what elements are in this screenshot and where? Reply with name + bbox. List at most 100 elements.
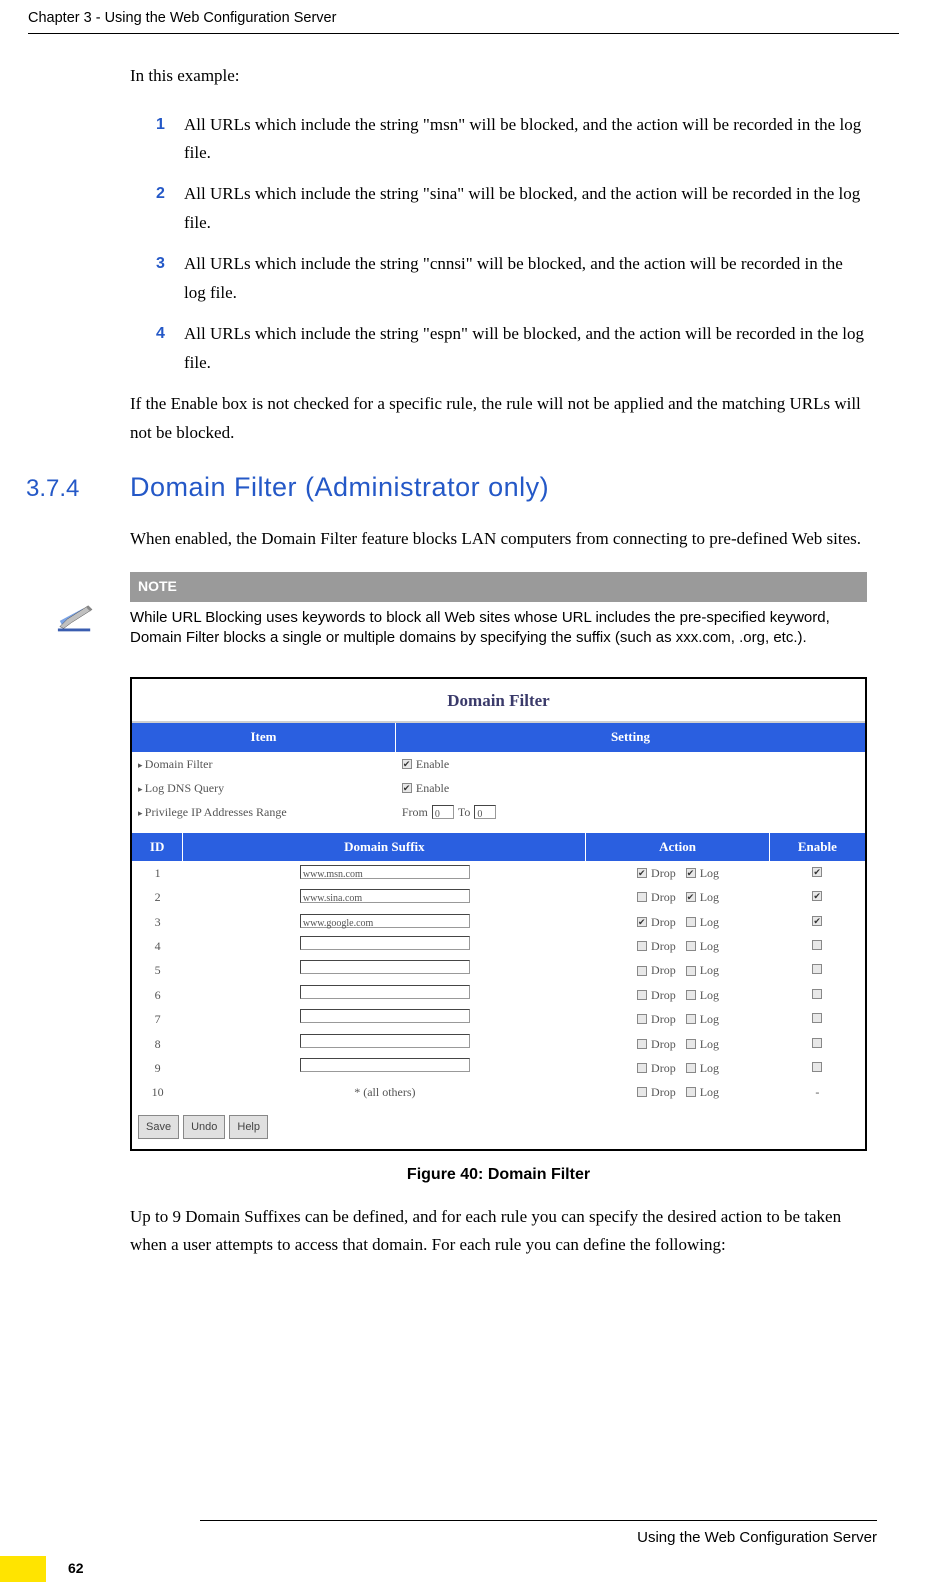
domain-suffix-input[interactable] — [300, 985, 470, 999]
range-from-input[interactable]: 0 — [432, 805, 454, 819]
screenshot-figure: Domain Filter Item Setting Domain Filter… — [130, 677, 867, 1152]
list-number: 4 — [156, 320, 184, 378]
domain-suffix-input[interactable] — [300, 1009, 470, 1023]
drop-checkbox[interactable] — [637, 941, 647, 951]
enable-checkbox[interactable] — [812, 891, 822, 901]
enable-checkbox[interactable] — [812, 989, 822, 999]
domain-rows-container: 1www.msn.comDropLog2www.sina.comDropLog3… — [132, 861, 865, 1105]
drop-label: Drop — [651, 1082, 676, 1102]
range-to-label: To — [458, 802, 471, 822]
log-label: Log — [700, 960, 719, 980]
after-figure-para: Up to 9 Domain Suffixes can be defined, … — [130, 1203, 867, 1261]
enable-checkbox[interactable] — [812, 964, 822, 974]
log-checkbox[interactable] — [686, 990, 696, 1000]
page-number-row: 62 — [0, 1556, 927, 1582]
chapter-line: Chapter 3 - Using the Web Configuration … — [28, 10, 336, 26]
row-suffix-cell — [183, 960, 586, 980]
row-enable-cell — [770, 1009, 865, 1029]
table-row: 6DropLog — [132, 983, 865, 1007]
row-id: 5 — [132, 960, 183, 980]
log-checkbox[interactable] — [686, 1014, 696, 1024]
domain-suffix-input[interactable] — [300, 1058, 470, 1072]
row-suffix-cell: www.google.com — [183, 912, 586, 932]
drop-checkbox[interactable] — [637, 1063, 647, 1073]
drop-label: Drop — [651, 887, 676, 907]
drop-checkbox[interactable] — [637, 1087, 647, 1097]
intro-line: In this example: — [130, 62, 867, 91]
domain-suffix-input[interactable]: www.sina.com — [300, 889, 470, 903]
table-row: 8DropLog — [132, 1032, 865, 1056]
log-label: Log — [700, 1082, 719, 1102]
list-item: 4 All URLs which include the string "esp… — [130, 320, 867, 378]
log-checkbox[interactable] — [686, 1087, 696, 1097]
col-header-setting: Setting — [396, 723, 865, 751]
enable-checkbox[interactable] — [812, 1038, 822, 1048]
list-text: All URLs which include the string "espn"… — [184, 320, 867, 378]
row-action-cell: Drop Log — [586, 1082, 769, 1102]
list-item: 2 All URLs which include the string "sin… — [130, 180, 867, 238]
table-row: 4 DropLog — [132, 934, 865, 958]
row-action-cell: DropLog — [586, 936, 769, 956]
save-button[interactable]: Save — [138, 1115, 179, 1140]
drop-checkbox[interactable] — [637, 917, 647, 927]
enable-checkbox[interactable] — [812, 940, 822, 950]
log-checkbox[interactable] — [686, 868, 696, 878]
setting-enable-label: Enable — [416, 778, 449, 798]
row-id: 8 — [132, 1034, 183, 1054]
enable-domain-filter-checkbox[interactable] — [402, 759, 412, 769]
note-body: NOTE While URL Blocking uses keywords to… — [100, 572, 867, 648]
drop-checkbox[interactable] — [637, 1014, 647, 1024]
log-checkbox[interactable] — [686, 917, 696, 927]
domain-suffix-input[interactable] — [300, 1034, 470, 1048]
enable-checkbox[interactable] — [812, 916, 822, 926]
col-header-suffix: Domain Suffix — [183, 833, 586, 861]
domain-suffix-input[interactable] — [300, 960, 470, 974]
row-action-cell: DropLog — [586, 985, 769, 1005]
page-number: 62 — [68, 1557, 84, 1581]
domain-suffix-input[interactable] — [300, 936, 470, 950]
list-item: 1 All URLs which include the string "msn… — [130, 111, 867, 169]
list-item: 3 All URLs which include the string "cnn… — [130, 250, 867, 308]
log-checkbox[interactable] — [686, 966, 696, 976]
undo-button[interactable]: Undo — [183, 1115, 225, 1140]
row-action-cell: DropLog — [586, 863, 769, 883]
note-block: NOTE While URL Blocking uses keywords to… — [56, 572, 867, 648]
row-enable-cell — [770, 960, 865, 980]
enable-checkbox[interactable] — [812, 1062, 822, 1072]
list-text: All URLs which include the string "msn" … — [184, 111, 867, 169]
table-row: 9DropLog — [132, 1056, 865, 1080]
domain-suffix-input[interactable]: www.google.com — [300, 914, 470, 928]
row-suffix-cell — [183, 1034, 586, 1054]
list-number: 2 — [156, 180, 184, 238]
drop-checkbox[interactable] — [637, 966, 647, 976]
drop-label: Drop — [651, 1058, 676, 1078]
range-from-label: From — [402, 802, 428, 822]
help-button[interactable]: Help — [229, 1115, 268, 1140]
footer-text: Using the Web Configuration Server — [0, 1521, 927, 1551]
row-enable-cell: - — [770, 1082, 865, 1102]
table-row: 7DropLog — [132, 1007, 865, 1031]
drop-checkbox[interactable] — [637, 868, 647, 878]
drop-checkbox[interactable] — [637, 892, 647, 902]
range-to-input[interactable]: 0 — [474, 805, 496, 819]
log-checkbox[interactable] — [686, 941, 696, 951]
drop-label: Drop — [651, 960, 676, 980]
setting-enable-label: Enable — [416, 754, 449, 774]
enable-log-dns-checkbox[interactable] — [402, 783, 412, 793]
log-checkbox[interactable] — [686, 1063, 696, 1073]
col-header-id: ID — [132, 833, 183, 861]
drop-checkbox[interactable] — [637, 1039, 647, 1049]
row-id: 4 — [132, 936, 183, 956]
drop-label: Drop — [651, 863, 676, 883]
row-suffix-cell: * (all others) — [183, 1082, 586, 1102]
row-suffix-cell: www.msn.com — [183, 863, 586, 883]
drop-checkbox[interactable] — [637, 990, 647, 1000]
enable-checkbox[interactable] — [812, 1013, 822, 1023]
enable-checkbox[interactable] — [812, 867, 822, 877]
drop-label: Drop — [651, 936, 676, 956]
section-number: 3.7.4 — [26, 469, 130, 510]
log-checkbox[interactable] — [686, 1039, 696, 1049]
page-footer: Using the Web Configuration Server 62 — [0, 1520, 927, 1583]
log-checkbox[interactable] — [686, 892, 696, 902]
domain-suffix-input[interactable]: www.msn.com — [300, 865, 470, 879]
